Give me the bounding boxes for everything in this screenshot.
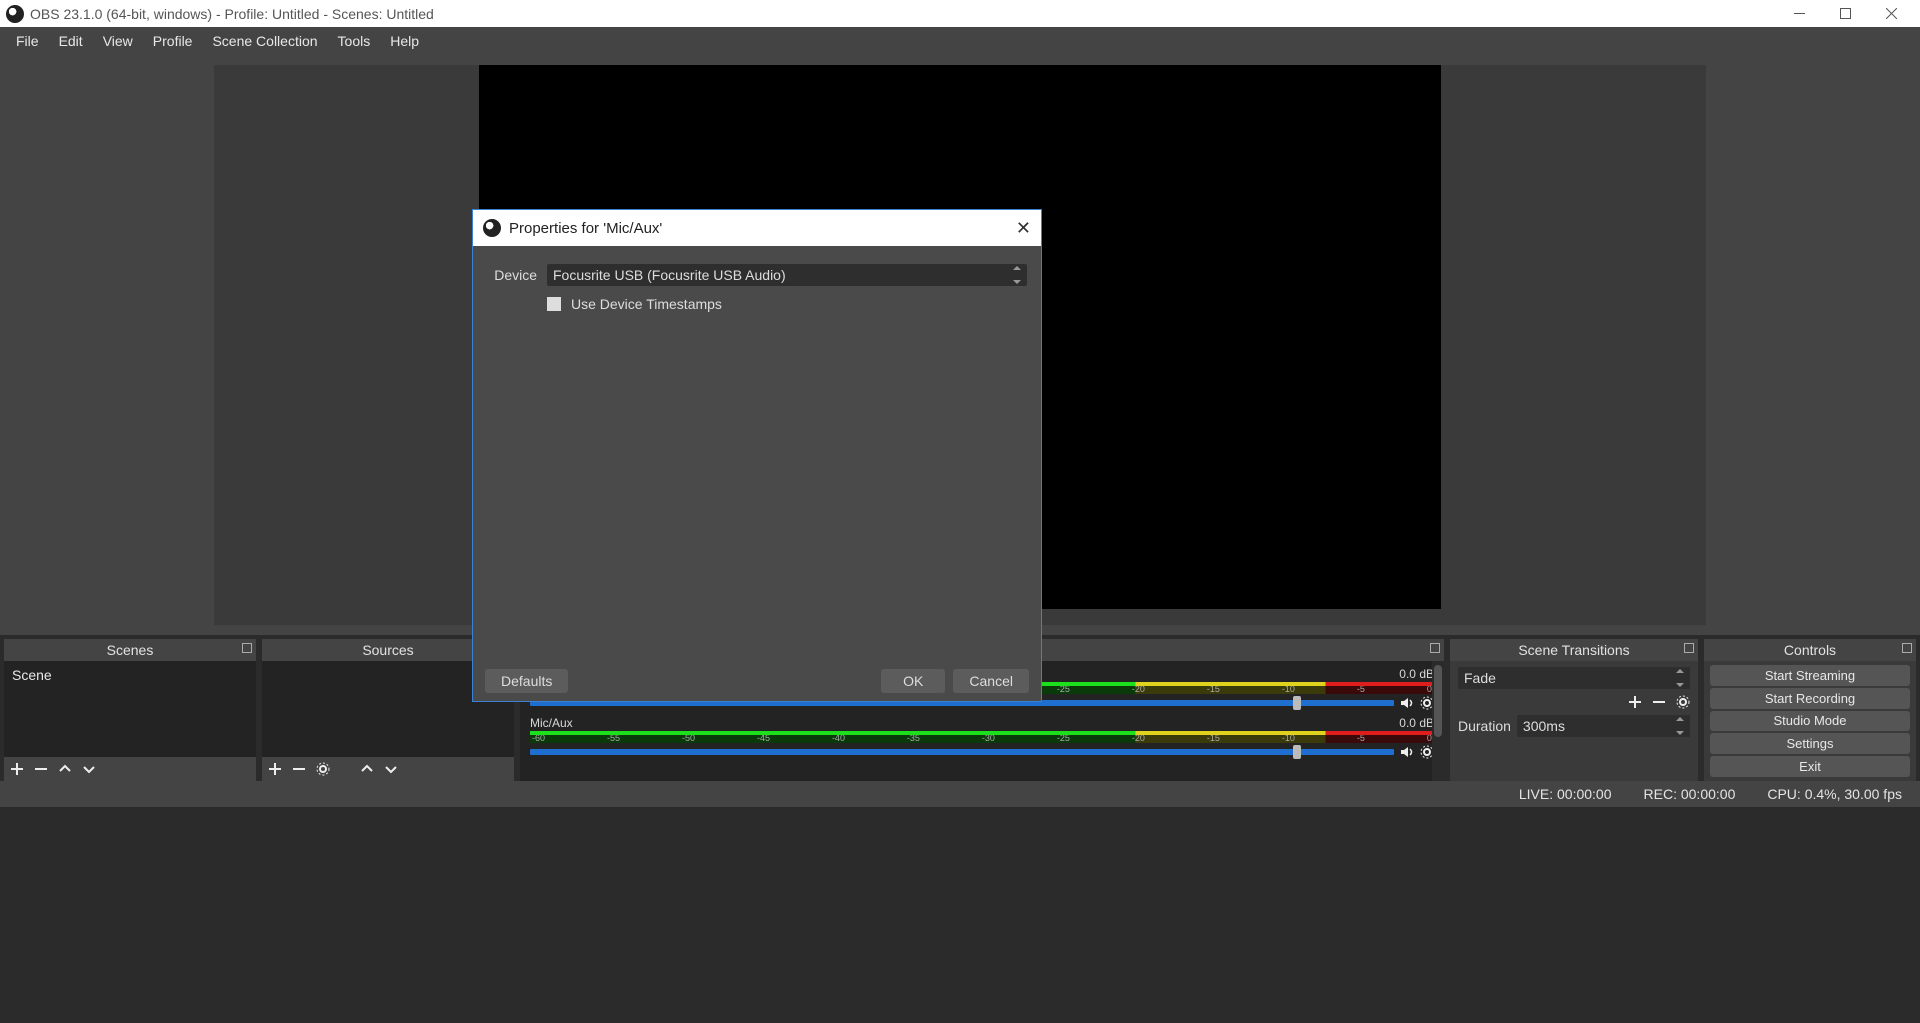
status-live: LIVE: 00:00:00 bbox=[1519, 786, 1612, 802]
move-scene-up-button[interactable] bbox=[58, 762, 72, 776]
scenes-title: Scenes bbox=[107, 642, 154, 658]
minimize-button[interactable] bbox=[1776, 0, 1822, 27]
mixer-channel-name: Mic/Aux bbox=[530, 716, 573, 730]
dialog-title: Properties for 'Mic/Aux' bbox=[509, 220, 662, 237]
sources-title: Sources bbox=[362, 642, 413, 658]
mixer-channel: Mic/Aux 0.0 dB -60-55-50-45-40-35-30-25-… bbox=[530, 716, 1434, 759]
menu-scene-collection[interactable]: Scene Collection bbox=[202, 29, 327, 53]
menu-tools[interactable]: Tools bbox=[328, 29, 381, 53]
transitions-dock: Scene Transitions Fade Duration 300ms bbox=[1450, 639, 1698, 781]
menu-edit[interactable]: Edit bbox=[49, 29, 93, 53]
move-scene-down-button[interactable] bbox=[82, 762, 96, 776]
source-settings-button[interactable] bbox=[316, 762, 330, 776]
mixer-meter: -60-55-50-45-40-35-30-25-20-15-10-50 bbox=[530, 731, 1434, 743]
move-source-up-button[interactable] bbox=[360, 762, 374, 776]
transition-select[interactable]: Fade bbox=[1458, 667, 1690, 689]
cancel-button[interactable]: Cancel bbox=[953, 669, 1029, 693]
transition-settings-button[interactable] bbox=[1676, 695, 1690, 709]
defaults-button[interactable]: Defaults bbox=[485, 669, 568, 693]
status-rec: REC: 00:00:00 bbox=[1644, 786, 1736, 802]
maximize-button[interactable] bbox=[1822, 0, 1868, 27]
popout-icon[interactable] bbox=[1430, 643, 1440, 653]
speaker-icon[interactable] bbox=[1400, 745, 1414, 759]
start-streaming-button[interactable]: Start Streaming bbox=[1710, 665, 1910, 686]
dialog-close-button[interactable]: ✕ bbox=[1016, 218, 1031, 239]
menubar: File Edit View Profile Scene Collection … bbox=[0, 27, 1920, 55]
add-transition-button[interactable] bbox=[1628, 695, 1642, 709]
scene-item[interactable]: Scene bbox=[4, 661, 256, 689]
mixer-channel-level: 0.0 dB bbox=[1399, 716, 1434, 730]
move-source-down-button[interactable] bbox=[384, 762, 398, 776]
status-cpu: CPU: 0.4%, 30.00 fps bbox=[1767, 786, 1902, 802]
transitions-title: Scene Transitions bbox=[1518, 642, 1629, 658]
controls-title: Controls bbox=[1784, 642, 1836, 658]
dialog-body: Device Focusrite USB (Focusrite USB Audi… bbox=[473, 246, 1041, 661]
volume-slider[interactable] bbox=[530, 749, 1394, 755]
scenes-toolbar bbox=[4, 757, 256, 781]
menu-view[interactable]: View bbox=[93, 29, 143, 53]
device-select[interactable]: Focusrite USB (Focusrite USB Audio) bbox=[547, 264, 1027, 286]
ok-button[interactable]: OK bbox=[881, 669, 945, 693]
duration-input[interactable]: 300ms bbox=[1517, 715, 1690, 737]
properties-dialog: Properties for 'Mic/Aux' ✕ Device Focusr… bbox=[472, 209, 1042, 702]
preview-area: Properties for 'Mic/Aux' ✕ Device Focusr… bbox=[0, 55, 1920, 635]
popout-icon[interactable] bbox=[1684, 643, 1694, 653]
controls-header: Controls bbox=[1704, 639, 1916, 661]
popout-icon[interactable] bbox=[1902, 643, 1912, 653]
controls-body: Start Streaming Start Recording Studio M… bbox=[1704, 661, 1916, 781]
dialog-footer: Defaults OK Cancel bbox=[473, 661, 1041, 701]
dialog-titlebar[interactable]: Properties for 'Mic/Aux' ✕ bbox=[473, 210, 1041, 246]
scenes-header: Scenes bbox=[4, 639, 256, 661]
close-button[interactable] bbox=[1868, 0, 1914, 27]
duration-value: 300ms bbox=[1523, 718, 1565, 734]
exit-button[interactable]: Exit bbox=[1710, 756, 1910, 777]
remove-scene-button[interactable] bbox=[34, 762, 48, 776]
controls-dock: Controls Start Streaming Start Recording… bbox=[1704, 639, 1916, 781]
device-label: Device bbox=[487, 267, 537, 283]
remove-source-button[interactable] bbox=[292, 762, 306, 776]
statusbar: LIVE: 00:00:00 REC: 00:00:00 CPU: 0.4%, … bbox=[0, 781, 1920, 807]
remove-transition-button[interactable] bbox=[1652, 695, 1666, 709]
studio-mode-button[interactable]: Studio Mode bbox=[1710, 711, 1910, 732]
device-select-value: Focusrite USB (Focusrite USB Audio) bbox=[553, 267, 786, 283]
mixer-scrollbar[interactable] bbox=[1432, 661, 1444, 781]
use-device-timestamps-label: Use Device Timestamps bbox=[571, 296, 722, 312]
mixer-channel-level: 0.0 dB bbox=[1399, 667, 1434, 681]
menu-profile[interactable]: Profile bbox=[143, 29, 203, 53]
duration-label: Duration bbox=[1458, 718, 1511, 734]
transitions-header: Scene Transitions bbox=[1450, 639, 1698, 661]
scenes-list[interactable]: Scene bbox=[4, 661, 256, 757]
settings-button[interactable]: Settings bbox=[1710, 733, 1910, 754]
transitions-body: Fade Duration 300ms bbox=[1450, 661, 1698, 781]
obs-logo-icon bbox=[483, 219, 501, 237]
add-scene-button[interactable] bbox=[10, 762, 24, 776]
use-device-timestamps-checkbox[interactable] bbox=[547, 297, 561, 311]
transition-select-value: Fade bbox=[1464, 670, 1496, 686]
start-recording-button[interactable]: Start Recording bbox=[1710, 688, 1910, 709]
sources-toolbar bbox=[262, 757, 514, 781]
obs-logo-icon bbox=[6, 5, 24, 23]
popout-icon[interactable] bbox=[242, 643, 252, 653]
menu-help[interactable]: Help bbox=[380, 29, 429, 53]
window-titlebar: OBS 23.1.0 (64-bit, windows) - Profile: … bbox=[0, 0, 1920, 27]
menu-file[interactable]: File bbox=[6, 29, 49, 53]
scenes-dock: Scenes Scene bbox=[4, 639, 256, 781]
add-source-button[interactable] bbox=[268, 762, 282, 776]
meter-ticks: -60-55-50-45-40-35-30-25-20-15-10-50 bbox=[530, 731, 1434, 743]
speaker-icon[interactable] bbox=[1400, 696, 1414, 710]
window-title: OBS 23.1.0 (64-bit, windows) - Profile: … bbox=[30, 6, 434, 22]
